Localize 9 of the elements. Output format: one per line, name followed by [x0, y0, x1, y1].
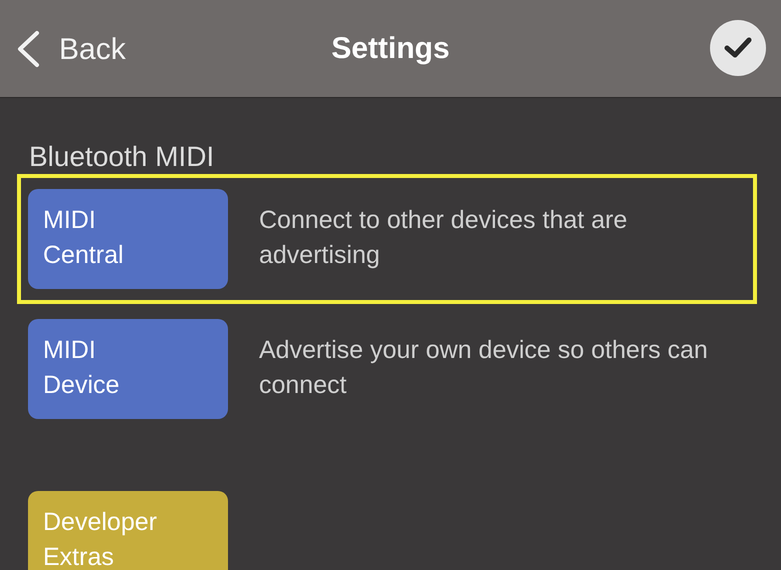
- option-description: Advertise your own device so others can connect: [259, 335, 709, 401]
- page-title: Settings: [331, 31, 450, 67]
- back-button[interactable]: Back: [0, 0, 126, 98]
- chevron-left-icon: [15, 30, 41, 68]
- option-button[interactable]: MIDI Central: [28, 189, 228, 289]
- checkmark-icon: [724, 37, 752, 59]
- option-button[interactable]: MIDI Device: [28, 319, 228, 419]
- section-heading: Bluetooth MIDI: [29, 140, 216, 174]
- option-description: Connect to other devices that are advertising: [259, 205, 628, 271]
